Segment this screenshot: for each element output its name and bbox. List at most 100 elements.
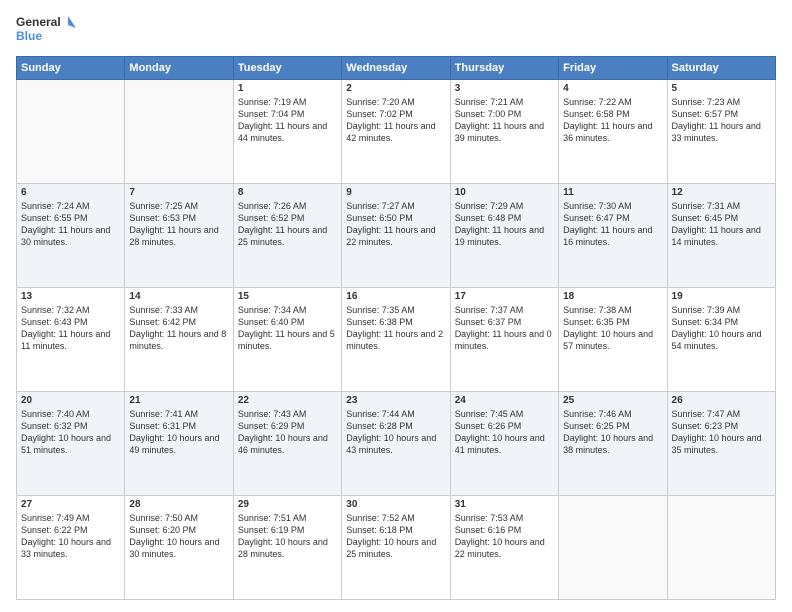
- logo-svg: General Blue: [16, 12, 76, 48]
- cell-details: Sunrise: 7:51 AMSunset: 6:19 PMDaylight:…: [238, 512, 337, 561]
- calendar-cell: 31Sunrise: 7:53 AMSunset: 6:16 PMDayligh…: [450, 496, 558, 600]
- day-number: 30: [346, 499, 445, 510]
- day-number: 15: [238, 291, 337, 302]
- day-number: 11: [563, 187, 662, 198]
- calendar-cell: 19Sunrise: 7:39 AMSunset: 6:34 PMDayligh…: [667, 288, 775, 392]
- cell-details: Sunrise: 7:52 AMSunset: 6:18 PMDaylight:…: [346, 512, 445, 561]
- cell-details: Sunrise: 7:32 AMSunset: 6:43 PMDaylight:…: [21, 304, 120, 353]
- day-number: 14: [129, 291, 228, 302]
- header: General Blue: [16, 12, 776, 48]
- day-number: 7: [129, 187, 228, 198]
- cell-details: Sunrise: 7:34 AMSunset: 6:40 PMDaylight:…: [238, 304, 337, 353]
- day-number: 25: [563, 395, 662, 406]
- calendar-week-row: 6 Sunrise: 7:24 AMSunset: 6:55 PMDaylight…: [17, 184, 776, 288]
- day-number: 1: [238, 83, 337, 94]
- cell-details: Sunrise: 7:19 AMSunset: 7:04 PMDaylight:…: [238, 96, 337, 145]
- day-number: 24: [455, 395, 554, 406]
- cell-details: Sunrise: 7:31 AMSunset: 6:45 PMDaylight:…: [672, 200, 771, 249]
- day-number: 6: [21, 187, 120, 198]
- day-number: 22: [238, 395, 337, 406]
- calendar-cell: 2 Sunrise: 7:20 AMSunset: 7:02 PMDaylight…: [342, 80, 450, 184]
- cell-details: Sunrise: 7:44 AMSunset: 6:28 PMDaylight:…: [346, 408, 445, 457]
- calendar-week-row: 20 Sunrise: 7:40 AMSunset: 6:32 PMDayligh…: [17, 392, 776, 496]
- day-number: 10: [455, 187, 554, 198]
- day-number: 16: [346, 291, 445, 302]
- calendar-cell: 27 Sunrise: 7:49 AMSunset: 6:22 PMDayligh…: [17, 496, 125, 600]
- cell-details: Sunrise: 7:45 AMSunset: 6:26 PMDaylight:…: [455, 408, 554, 457]
- day-number: 23: [346, 395, 445, 406]
- cell-details: Sunrise: 7:43 AMSunset: 6:29 PMDaylight:…: [238, 408, 337, 457]
- cell-details: Sunrise: 7:40 AMSunset: 6:32 PMDaylight:…: [21, 408, 120, 457]
- calendar-table: SundayMondayTuesdayWednesdayThursdayFrid…: [16, 56, 776, 600]
- calendar-header-row: SundayMondayTuesdayWednesdayThursdayFrid…: [17, 57, 776, 80]
- calendar-cell: 6 Sunrise: 7:24 AMSunset: 6:55 PMDaylight…: [17, 184, 125, 288]
- logo: General Blue: [16, 12, 76, 48]
- cell-details: Sunrise: 7:26 AMSunset: 6:52 PMDaylight:…: [238, 200, 337, 249]
- calendar-cell: 23 Sunrise: 7:44 AMSunset: 6:28 PMDayligh…: [342, 392, 450, 496]
- day-number: 21: [129, 395, 228, 406]
- calendar-cell: 9 Sunrise: 7:27 AMSunset: 6:50 PMDaylight…: [342, 184, 450, 288]
- day-number: 3: [455, 83, 554, 94]
- cell-details: Sunrise: 7:35 AMSunset: 6:38 PMDaylight:…: [346, 304, 445, 353]
- day-number: 28: [129, 499, 228, 510]
- day-number: 4: [563, 83, 662, 94]
- day-number: 17: [455, 291, 554, 302]
- calendar-cell: 22 Sunrise: 7:43 AMSunset: 6:29 PMDayligh…: [233, 392, 341, 496]
- day-number: 8: [238, 187, 337, 198]
- calendar-cell: 11Sunrise: 7:30 AMSunset: 6:47 PMDayligh…: [559, 184, 667, 288]
- day-number: 29: [238, 499, 337, 510]
- day-number: 20: [21, 395, 120, 406]
- column-header-monday: Monday: [125, 57, 233, 80]
- day-number: 13: [21, 291, 120, 302]
- column-header-tuesday: Tuesday: [233, 57, 341, 80]
- calendar-cell: [667, 496, 775, 600]
- calendar-cell: 16 Sunrise: 7:35 AMSunset: 6:38 PMDayligh…: [342, 288, 450, 392]
- calendar-cell: 15 Sunrise: 7:34 AMSunset: 6:40 PMDayligh…: [233, 288, 341, 392]
- calendar-cell: [559, 496, 667, 600]
- calendar-cell: 29 Sunrise: 7:51 AMSunset: 6:19 PMDayligh…: [233, 496, 341, 600]
- calendar-cell: 5Sunrise: 7:23 AMSunset: 6:57 PMDaylight…: [667, 80, 775, 184]
- calendar-cell: 8 Sunrise: 7:26 AMSunset: 6:52 PMDaylight…: [233, 184, 341, 288]
- cell-details: Sunrise: 7:20 AMSunset: 7:02 PMDaylight:…: [346, 96, 445, 145]
- calendar-cell: 3 Sunrise: 7:21 AMSunset: 7:00 PMDaylight…: [450, 80, 558, 184]
- day-number: 27: [21, 499, 120, 510]
- cell-details: Sunrise: 7:53 AMSunset: 6:16 PMDaylight:…: [455, 512, 554, 561]
- calendar-cell: 18 Sunrise: 7:38 AMSunset: 6:35 PMDayligh…: [559, 288, 667, 392]
- column-header-sunday: Sunday: [17, 57, 125, 80]
- day-number: 18: [563, 291, 662, 302]
- cell-details: Sunrise: 7:49 AMSunset: 6:22 PMDaylight:…: [21, 512, 120, 561]
- column-header-friday: Friday: [559, 57, 667, 80]
- calendar-cell: 17 Sunrise: 7:37 AMSunset: 6:37 PMDayligh…: [450, 288, 558, 392]
- calendar-cell: [17, 80, 125, 184]
- calendar-cell: 4Sunrise: 7:22 AMSunset: 6:58 PMDaylight…: [559, 80, 667, 184]
- calendar-cell: 24 Sunrise: 7:45 AMSunset: 6:26 PMDayligh…: [450, 392, 558, 496]
- calendar-cell: 30 Sunrise: 7:52 AMSunset: 6:18 PMDayligh…: [342, 496, 450, 600]
- calendar-cell: 13 Sunrise: 7:32 AMSunset: 6:43 PMDayligh…: [17, 288, 125, 392]
- svg-text:General: General: [16, 15, 61, 29]
- day-number: 9: [346, 187, 445, 198]
- svg-text:Blue: Blue: [16, 29, 42, 43]
- calendar-week-row: 1 Sunrise: 7:19 AMSunset: 7:04 PMDaylight…: [17, 80, 776, 184]
- cell-details: Sunrise: 7:39 AMSunset: 6:34 PMDaylight:…: [672, 304, 771, 353]
- calendar-cell: 7 Sunrise: 7:25 AMSunset: 6:53 PMDaylight…: [125, 184, 233, 288]
- cell-details: Sunrise: 7:23 AMSunset: 6:57 PMDaylight:…: [672, 96, 771, 145]
- cell-details: Sunrise: 7:25 AMSunset: 6:53 PMDaylight:…: [129, 200, 228, 249]
- cell-details: Sunrise: 7:24 AMSunset: 6:55 PMDaylight:…: [21, 200, 120, 249]
- calendar-cell: 21Sunrise: 7:41 AMSunset: 6:31 PMDayligh…: [125, 392, 233, 496]
- calendar-cell: 25 Sunrise: 7:46 AMSunset: 6:25 PMDayligh…: [559, 392, 667, 496]
- day-number: 12: [672, 187, 771, 198]
- calendar-cell: 28Sunrise: 7:50 AMSunset: 6:20 PMDayligh…: [125, 496, 233, 600]
- cell-details: Sunrise: 7:38 AMSunset: 6:35 PMDaylight:…: [563, 304, 662, 353]
- page: General Blue SundayMondayTuesdayWednesda…: [0, 0, 792, 612]
- day-number: 2: [346, 83, 445, 94]
- cell-details: Sunrise: 7:21 AMSunset: 7:00 PMDaylight:…: [455, 96, 554, 145]
- cell-details: Sunrise: 7:46 AMSunset: 6:25 PMDaylight:…: [563, 408, 662, 457]
- calendar-cell: 14Sunrise: 7:33 AMSunset: 6:42 PMDayligh…: [125, 288, 233, 392]
- cell-details: Sunrise: 7:37 AMSunset: 6:37 PMDaylight:…: [455, 304, 554, 353]
- cell-details: Sunrise: 7:47 AMSunset: 6:23 PMDaylight:…: [672, 408, 771, 457]
- cell-details: Sunrise: 7:29 AMSunset: 6:48 PMDaylight:…: [455, 200, 554, 249]
- calendar-cell: 20 Sunrise: 7:40 AMSunset: 6:32 PMDayligh…: [17, 392, 125, 496]
- calendar-week-row: 27 Sunrise: 7:49 AMSunset: 6:22 PMDayligh…: [17, 496, 776, 600]
- cell-details: Sunrise: 7:27 AMSunset: 6:50 PMDaylight:…: [346, 200, 445, 249]
- calendar-week-row: 13 Sunrise: 7:32 AMSunset: 6:43 PMDayligh…: [17, 288, 776, 392]
